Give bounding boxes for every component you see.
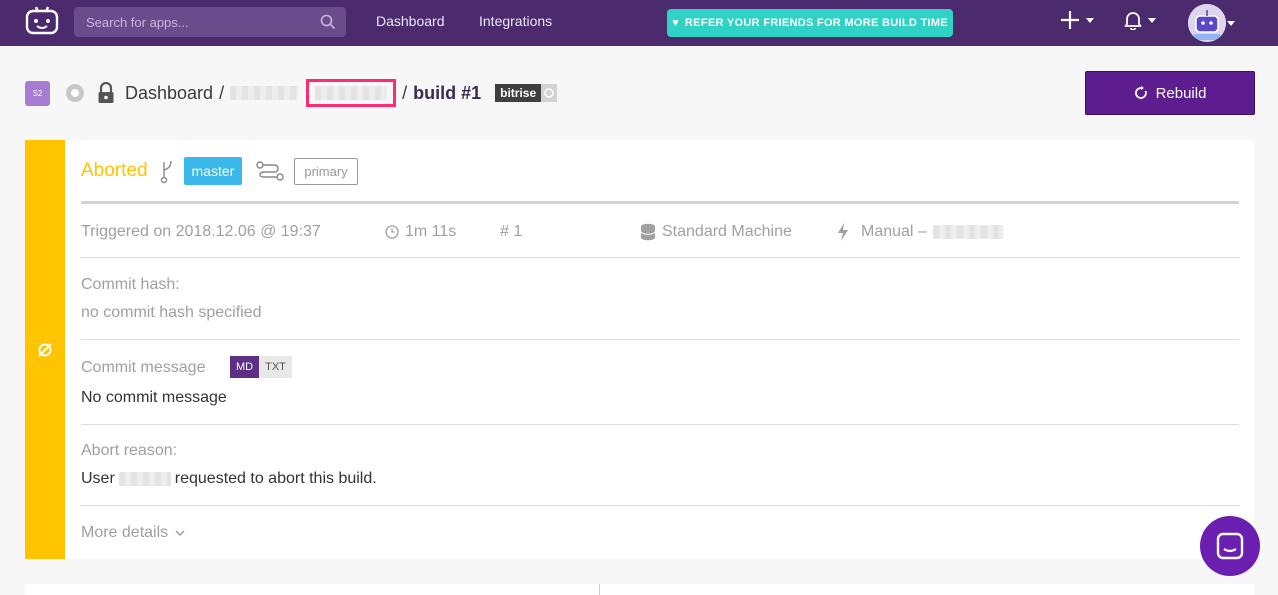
aborted-icon (38, 342, 52, 357)
divider (81, 339, 1239, 340)
chevron-down-icon[interactable] (1227, 21, 1235, 26)
format-txt-button[interactable]: TXT (259, 356, 292, 378)
app-status-icon (66, 84, 84, 102)
breadcrumb-dashboard-link[interactable]: Dashboard (125, 83, 213, 104)
more-details-label: More details (81, 524, 169, 541)
search-input[interactable] (86, 14, 306, 30)
trigger-type-text: Manual – (861, 223, 927, 240)
chevron-down-icon (1148, 17, 1156, 23)
refresh-icon (1134, 86, 1147, 99)
plus-icon (1061, 11, 1079, 29)
abort-reason-suffix: requested to abort this build. (174, 470, 377, 487)
commit-message-format-toggle: MD TXT (230, 356, 292, 378)
build-duration-text: 1m 11s (405, 223, 457, 240)
rebuild-button[interactable]: Rebuild (1085, 71, 1255, 115)
divider (81, 257, 1239, 258)
refer-friends-button[interactable]: ♥ REFER YOUR FRIENDS FOR MORE BUILD TIME (667, 9, 953, 37)
redacted-owner-name[interactable] (230, 86, 299, 100)
build-number-text: # 1 (500, 223, 523, 240)
chevron-down-icon (175, 530, 185, 537)
status-stripe (25, 140, 65, 559)
build-log-card (25, 584, 1254, 595)
workflow-icon (256, 161, 285, 181)
build-duration: 1m 11s (385, 223, 456, 241)
redacted-username (118, 472, 171, 486)
redacted-username (932, 225, 1003, 239)
breadcrumb-separator: / (402, 82, 408, 103)
chat-icon (1216, 532, 1244, 560)
bell-icon (1124, 12, 1142, 30)
refer-bold-text: MORE BUILD TIME (844, 17, 948, 29)
nav-dashboard-link[interactable]: Dashboard (376, 13, 445, 29)
triggered-at-text: Triggered on 2018.12.06 @ 19:37 (81, 223, 321, 240)
chevron-down-icon (1086, 17, 1094, 23)
trigger-type: Manual – (837, 223, 1003, 241)
heart-icon: ♥ (672, 17, 679, 29)
rebuild-label: Rebuild (1155, 84, 1207, 102)
database-icon (640, 223, 656, 241)
machine-type-text: Standard Machine (662, 223, 792, 240)
commit-hash-value: no commit hash specified (81, 304, 262, 321)
top-navigation-bar: Dashboard Integrations ♥ REFER YOUR FRIE… (0, 0, 1278, 46)
triggered-at: Triggered on 2018.12.06 @ 19:37 (81, 223, 321, 241)
app-search (74, 7, 346, 37)
search-icon[interactable] (320, 14, 336, 30)
build-status: Aborted (81, 160, 148, 181)
bitrise-logo-icon[interactable] (24, 6, 60, 36)
build-details-card: Aborted master primary Triggered on 2018… (25, 140, 1254, 559)
breadcrumb: S2 Dashboard / / build #1 bitrise (25, 77, 558, 109)
notifications-button[interactable] (1124, 10, 1156, 30)
abort-reason-label: Abort reason: (81, 442, 178, 459)
divider (81, 424, 1239, 425)
stack-badge: bitrise (495, 84, 542, 102)
lightning-icon (838, 223, 848, 241)
chat-launcher-button[interactable] (1200, 516, 1260, 576)
user-avatar[interactable] (1188, 4, 1226, 42)
commit-message-value: No commit message (81, 389, 227, 406)
stack-badge-icon (541, 84, 558, 102)
lock-icon (98, 82, 114, 103)
abort-reason-prefix: User (81, 470, 115, 487)
abort-reason-value: User requested to abort this build. (81, 470, 377, 488)
commit-message-label: Commit message (81, 359, 206, 376)
status-row: Aborted master primary (81, 156, 358, 186)
machine-type: Standard Machine (640, 223, 792, 241)
refer-text: REFER YOUR FRIENDS FOR (684, 17, 845, 29)
page-title: build #1 (413, 82, 482, 103)
divider (81, 505, 1239, 506)
divider (599, 584, 600, 595)
commit-hash-label: Commit hash: (81, 276, 180, 293)
workflow-badge[interactable]: primary (294, 157, 358, 185)
more-details-toggle[interactable]: More details (81, 524, 185, 542)
breadcrumb-separator: / (219, 82, 225, 103)
app-avatar[interactable]: S2 (25, 80, 50, 106)
nav-integrations-link[interactable]: Integrations (479, 13, 552, 29)
redacted-app-name (315, 86, 388, 100)
format-md-button[interactable]: MD (230, 356, 260, 378)
branch-icon (160, 160, 172, 184)
branch-badge[interactable]: master (183, 157, 243, 185)
clock-icon (385, 225, 399, 239)
highlighted-app-name[interactable] (306, 79, 397, 107)
divider (81, 201, 1239, 204)
add-menu-button[interactable] (1060, 10, 1094, 30)
build-number: # 1 (500, 223, 522, 241)
